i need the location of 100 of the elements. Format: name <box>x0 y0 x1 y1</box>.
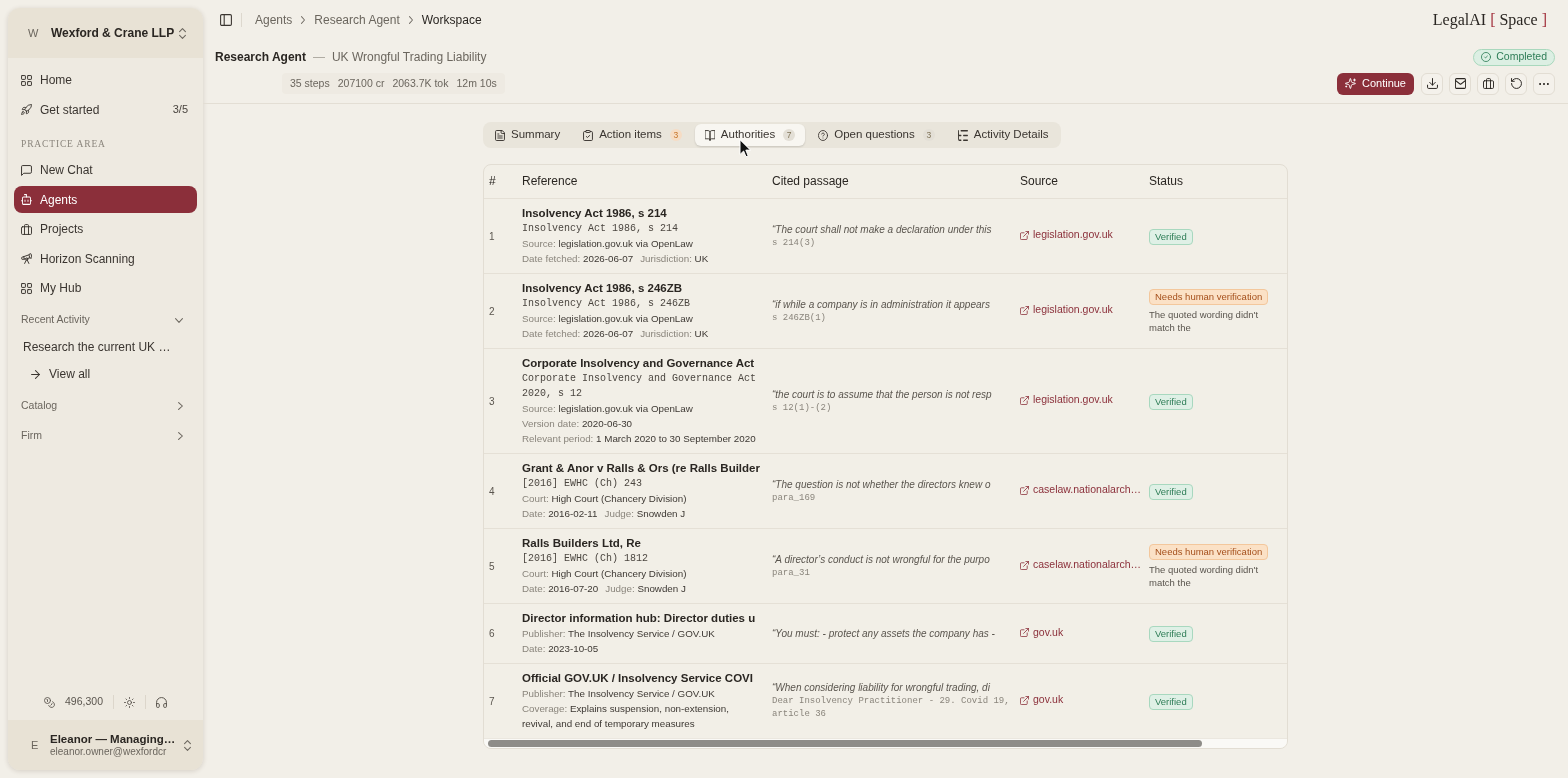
count-badge: 3 <box>669 129 682 141</box>
cited-passage: “The court shall not make a declaration under this <box>772 222 993 237</box>
row-number: 5 <box>489 560 495 572</box>
credits-balance: 496,300 <box>65 694 103 710</box>
pinpoint-reference: para_31 <box>772 566 811 580</box>
source-link[interactable]: caselaw.nationalarch… <box>1020 482 1141 498</box>
row-number: 2 <box>489 305 495 317</box>
scrollbar-thumb[interactable] <box>488 740 1202 747</box>
reference-detail: Court: High Court (Chancery Division) <box>522 491 687 506</box>
source-link[interactable]: gov.uk <box>1020 692 1064 708</box>
source-link[interactable]: gov.uk <box>1020 624 1064 641</box>
briefcase-button[interactable] <box>1477 72 1499 95</box>
robot-icon <box>21 194 32 205</box>
row-number: 3 <box>489 395 495 407</box>
telescope-icon <box>21 253 32 264</box>
reference-detail: Source: legislation.gov.uk via OpenLaw <box>522 401 693 416</box>
nav-item[interactable]: Horizon Scanning <box>14 245 197 272</box>
pinpoint-reference: s 246ZB(1) <box>772 311 827 325</box>
source-link[interactable]: caselaw.nationalarch… <box>1020 557 1141 573</box>
breadcrumb-link[interactable]: Agents <box>255 11 293 29</box>
status-pill: Verified <box>1149 483 1193 500</box>
download-icon <box>1426 78 1438 89</box>
grid-icon <box>21 282 32 294</box>
reference-detail: Date: 2016-07-20 <box>522 581 599 596</box>
tab[interactable]: Summary <box>485 124 571 146</box>
nav-item[interactable]: Home <box>14 66 197 94</box>
recent-item[interactable]: Research the current UK … <box>23 335 197 359</box>
tab[interactable]: Action items 3 <box>573 124 692 146</box>
column-header: Reference <box>514 165 764 198</box>
check-circle-icon <box>1481 52 1492 62</box>
count-badge: 7 <box>783 129 796 141</box>
breadcrumb-current: Workspace <box>421 12 482 29</box>
section-toggle[interactable]: Catalog <box>14 396 197 416</box>
tab[interactable]: Activity Details <box>947 124 1059 146</box>
status-pill: Needs human verification <box>1149 289 1269 305</box>
row-number: 6 <box>489 628 495 639</box>
more-button[interactable] <box>1533 72 1555 95</box>
reference-detail: Source: legislation.gov.uk via OpenLaw <box>522 311 693 326</box>
rocket-icon <box>21 104 32 115</box>
run-stat: 207100 cr <box>337 75 385 91</box>
tab[interactable]: Authorities 7 <box>694 124 806 146</box>
external-link-icon <box>1020 560 1029 570</box>
pinpoint-reference: para_169 <box>772 491 817 505</box>
row-number: 7 <box>489 695 495 707</box>
status-pill: Verified <box>1149 228 1193 245</box>
section-toggle[interactable]: Recent Activity <box>14 310 197 330</box>
sun-icon[interactable] <box>124 696 135 708</box>
reference-title: Official GOV.UK / Insolvency Service COVI <box>522 670 754 686</box>
count-badge: 3 <box>922 129 935 141</box>
nav-item[interactable]: Agents <box>14 186 197 213</box>
external-link-icon <box>1020 485 1029 495</box>
chevron-right-icon <box>301 16 306 24</box>
list-tree-icon <box>957 129 968 141</box>
logo-wordmark: LegalAI [ Space ] <box>1432 10 1548 31</box>
mouse-pointer-icon <box>739 139 751 158</box>
reference-detail: Date: 2016-02-11 <box>522 506 598 521</box>
reference-detail: Date fetched: 2026-06-07 <box>522 326 634 341</box>
continue-button[interactable]: Continue <box>1336 72 1414 95</box>
citation-text: [2016] EWHC (Ch) 1812 <box>522 551 650 566</box>
reference-title: Director information hub: Director duties u <box>522 610 757 626</box>
status-pill: Needs human verification <box>1149 544 1269 560</box>
nav-item[interactable]: New Chat <box>14 156 197 184</box>
tab[interactable]: Open questions 3 <box>808 124 945 146</box>
row-number: 1 <box>489 230 495 242</box>
arrow-right-icon <box>31 369 40 379</box>
download-button[interactable] <box>1421 72 1443 95</box>
row-number: 4 <box>489 485 495 497</box>
source-link[interactable]: legislation.gov.uk <box>1020 227 1113 243</box>
nav-item[interactable]: Get started 3/5 <box>14 96 197 123</box>
mail-button[interactable] <box>1449 72 1471 95</box>
reference-detail: Relevant period: 1 March 2020 to 30 September 2020 <box>522 431 756 446</box>
open-book-icon <box>704 129 715 141</box>
nav-item[interactable]: My Hub <box>14 274 197 302</box>
pinpoint-reference: Dear Insolvency Practitioner - 29. Covid 19, article 36 <box>772 695 1010 721</box>
sidebar-panel-icon[interactable] <box>220 14 232 26</box>
status-pill: Verified <box>1149 693 1193 710</box>
external-link-icon <box>1020 695 1029 705</box>
nav-item[interactable]: Projects <box>14 215 197 243</box>
cited-passage: “You must: - protect any assets the company has - <box>772 626 996 641</box>
view-all-link[interactable]: View all <box>31 362 197 386</box>
refresh-button[interactable] <box>1505 72 1527 95</box>
reference-detail: Judge: Snowden J <box>605 581 686 596</box>
source-link[interactable]: legislation.gov.uk <box>1020 392 1113 408</box>
status-label: Completed <box>1496 49 1547 65</box>
external-link-icon <box>1020 230 1029 240</box>
section-toggle[interactable]: Firm <box>14 426 197 446</box>
account-switcher[interactable]: E Eleanor — Managing… eleanor.owner@wexfordcr <box>8 720 203 770</box>
more-icon <box>1539 82 1549 85</box>
breadcrumb-link[interactable]: Research Agent <box>314 11 400 29</box>
pinpoint-reference: s 214(3) <box>772 236 817 250</box>
title-separator: — <box>312 49 325 66</box>
org-switcher[interactable]: W Wexford & Crane LLP <box>8 8 203 58</box>
headphones-icon[interactable] <box>156 696 167 708</box>
source-link[interactable]: legislation.gov.uk <box>1020 302 1113 318</box>
reference-detail: Jurisdiction: UK <box>640 326 709 341</box>
run-title: UK Wrongful Trading Liability <box>331 49 487 66</box>
reference-title: Insolvency Act 1986, s 214 <box>522 205 668 221</box>
reference-detail: Jurisdiction: UK <box>640 251 709 266</box>
reference-title: Insolvency Act 1986, s 246ZB <box>522 280 684 296</box>
question-circle-icon <box>818 129 829 141</box>
